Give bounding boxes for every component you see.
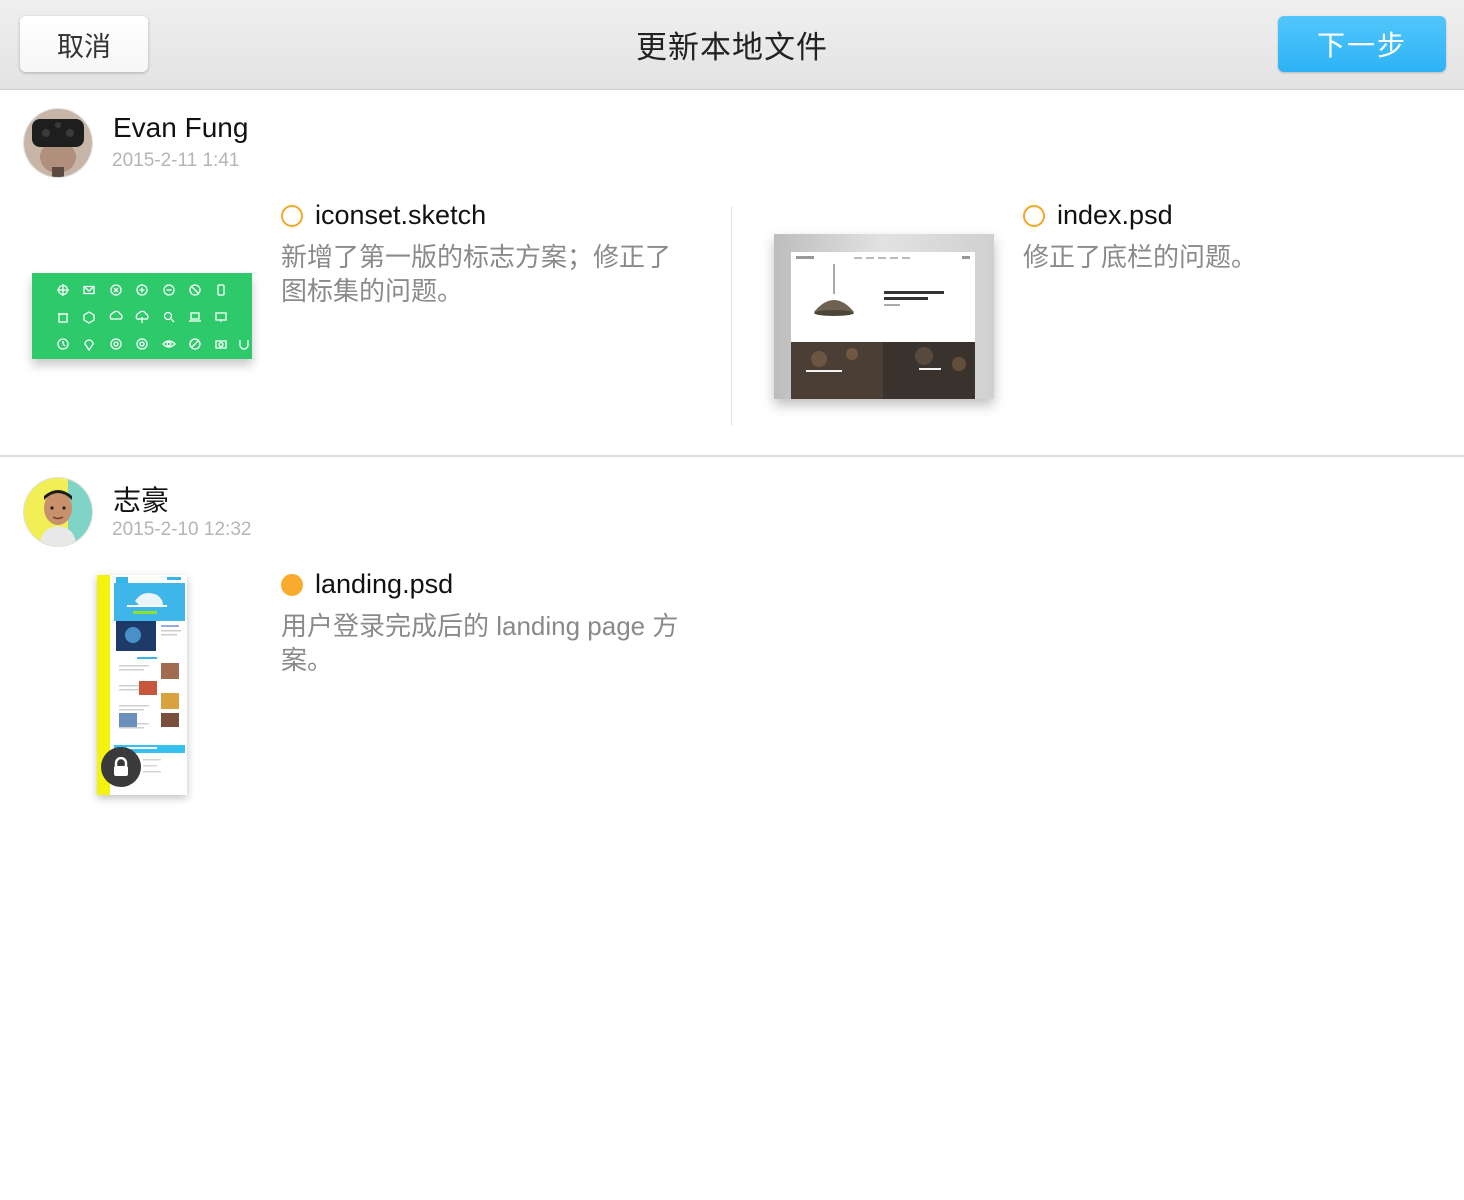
avatar[interactable] [24,478,92,546]
file-name: index.psd [1057,200,1173,230]
update-group-evan: Evan Fung 2015-2-11 1:41 iconset.sketch … [0,90,1464,457]
file-name: landing.psd [315,569,454,599]
file-description: 用户登录完成后的 landing page 方案。 [281,611,679,675]
page-title: 更新本地文件 [636,30,828,65]
update-time: 2015-2-10 12:32 [112,519,252,540]
lock-icon [101,747,141,787]
top-bar: 取消 更新本地文件 下一步 [0,0,1464,90]
user-name: 志豪 [113,485,170,516]
next-step-button[interactable]: 下一步 [1278,16,1446,72]
user-name: Evan Fung [113,112,249,143]
status-outline-icon [1023,205,1045,227]
avatar[interactable] [24,109,92,177]
file-thumbnail-index[interactable] [774,234,994,399]
file-name: iconset.sketch [315,200,487,230]
file-description: 新增了第一版的标志方案；修正了图标集的问题。 [281,242,672,306]
column-divider [731,206,732,426]
file-description: 修正了底栏的问题。 [1023,242,1258,272]
status-filled-icon [281,574,303,596]
status-outline-icon [281,205,303,227]
update-time: 2015-2-11 1:41 [112,150,240,171]
update-group-zhihao: 志豪 2015-2-10 12:32 landing.psd 用户登录完成后的 … [0,457,1464,857]
file-thumbnail-iconset[interactable] [32,273,252,359]
